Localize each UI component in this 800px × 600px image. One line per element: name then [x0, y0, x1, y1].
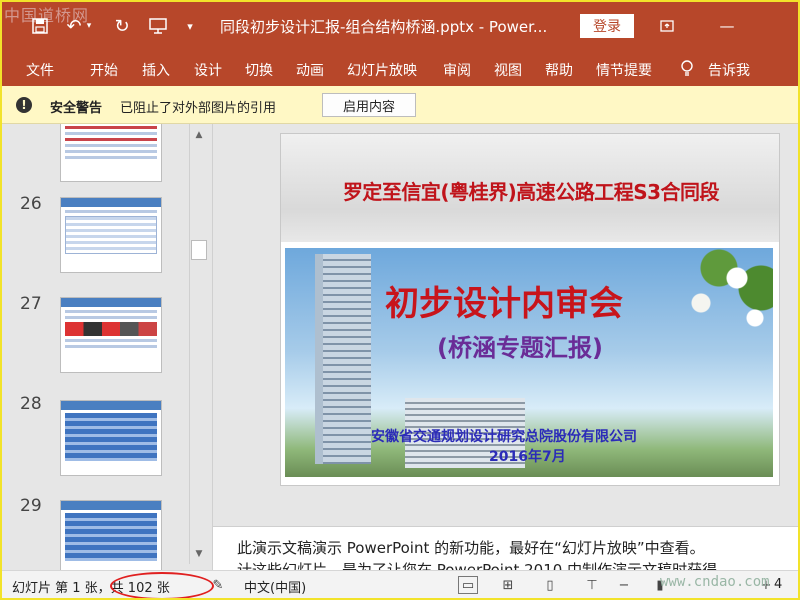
slide-number-27: 27: [20, 294, 42, 314]
slide-thumbnail-25[interactable]: [60, 124, 162, 182]
tab-help[interactable]: 帮助: [545, 60, 573, 80]
tab-storyboard[interactable]: 情节提要: [596, 60, 652, 80]
present-icon[interactable]: [146, 14, 170, 38]
security-warning-message: 已阻止了对外部图片的引用: [120, 101, 277, 116]
tab-insert[interactable]: 插入: [142, 60, 170, 80]
redo-icon[interactable]: ↻: [110, 14, 134, 38]
notes-pane[interactable]: 此演示文稿演示 PowerPoint 的新功能，最好在“幻灯片放映”中查看。 计…: [213, 526, 800, 570]
slideshow-view-icon[interactable]: ⊤: [582, 576, 602, 594]
scroll-down-icon[interactable]: ▼: [191, 547, 207, 561]
window-title: 同段初步设计汇报-组合结构桥涵.pptx - Power...: [220, 18, 548, 36]
tab-slideshow[interactable]: 幻灯片放映: [347, 60, 417, 80]
slide-sorter-icon[interactable]: ⊞: [498, 576, 518, 594]
slide-project-title: 罗定至信宜(粤桂界)高速公路工程S3合同段: [342, 180, 720, 204]
slide-number-29: 29: [20, 496, 42, 516]
slide-thumbnail-pane: 26 27 28 29: [0, 124, 211, 570]
flower-branch-image: [653, 248, 773, 348]
minimize-icon[interactable]: —: [712, 14, 742, 38]
enable-content-button[interactable]: 启用内容: [322, 93, 416, 117]
reading-view-icon[interactable]: ▯: [540, 576, 560, 594]
thumbnail-scrollbar[interactable]: [189, 124, 209, 564]
zoom-level[interactable]: 4: [774, 577, 782, 592]
save-icon[interactable]: [28, 14, 52, 38]
tab-view[interactable]: 视图: [494, 60, 522, 80]
zoom-out-icon[interactable]: −: [614, 576, 634, 594]
language-status[interactable]: 中文(中国): [244, 577, 306, 596]
scroll-up-icon[interactable]: ▲: [191, 128, 207, 142]
building-image: [315, 254, 371, 464]
slide-date: 2016年7月: [489, 449, 566, 465]
tab-animations[interactable]: 动画: [296, 60, 324, 80]
tab-review[interactable]: 审阅: [443, 60, 471, 80]
ribbon-display-icon[interactable]: [652, 14, 682, 38]
tab-design[interactable]: 设计: [194, 60, 222, 80]
slide-organization: 安徽省交通规划设计研究总院股份有限公司: [371, 429, 637, 445]
slide-background-photo: 初步设计内审会 (桥涵专题汇报) 安徽省交通规划设计研究总院股份有限公司 201…: [285, 248, 773, 477]
slide-subheading: (桥涵专题汇报): [437, 334, 603, 362]
slide-number-26: 26: [20, 194, 42, 214]
watermark-url: www.cndao.com: [660, 574, 770, 590]
tab-transitions[interactable]: 切换: [245, 60, 273, 80]
security-warning-title: 安全警告: [50, 101, 103, 116]
slide-thumbnail-26[interactable]: [60, 197, 162, 273]
slide-thumbnail-28[interactable]: [60, 400, 162, 476]
ribbon-tabs: 文件 开始 插入 设计 切换 动画 幻灯片放映 审阅 视图 帮助 情节提要 告诉…: [0, 52, 800, 86]
warning-icon: !: [16, 97, 32, 113]
current-slide[interactable]: 罗定至信宜(粤桂界)高速公路工程S3合同段 初步设计内审会 (桥涵专题汇报) 安…: [280, 133, 780, 486]
undo-dropdown-icon[interactable]: ▾: [84, 14, 94, 38]
slide-number-28: 28: [20, 394, 42, 414]
slide-heading: 初步设计内审会: [385, 284, 623, 324]
undo-icon[interactable]: ↶: [62, 14, 86, 38]
tell-me-search[interactable]: 告诉我: [708, 60, 750, 80]
slide-count-status[interactable]: 幻灯片 第 1 张，共 102 张: [12, 577, 170, 596]
normal-view-icon[interactable]: ▭: [458, 576, 478, 594]
notes-line-1: 此演示文稿演示 PowerPoint 的新功能，最好在“幻灯片放映”中查看。: [237, 539, 705, 557]
title-bar: 中国道桥网 ↶ ▾ ↻ ▾ 同段初步设计汇报-组合结构桥涵.pptx - Pow…: [0, 0, 800, 52]
tab-home[interactable]: 开始: [90, 60, 118, 80]
notes-edit-icon[interactable]: ✎: [208, 576, 228, 594]
slide-thumbnail-27[interactable]: [60, 297, 162, 373]
security-warning-bar: ! 安全警告 已阻止了对外部图片的引用 启用内容: [0, 86, 800, 124]
lightbulb-icon[interactable]: [680, 60, 694, 80]
tab-file[interactable]: 文件: [26, 60, 54, 80]
notes-line-2: 计这些幻灯片，是为了让您在 PowerPoint 2010 中制作演示文稿时获得: [237, 561, 718, 570]
slide-thumbnail-29[interactable]: [60, 500, 162, 570]
slide-title-banner: 罗定至信宜(粤桂界)高速公路工程S3合同段: [281, 134, 779, 242]
customize-toolbar-icon[interactable]: ▾: [178, 14, 202, 38]
login-button[interactable]: 登录: [580, 14, 634, 38]
scrollbar-thumb[interactable]: [191, 240, 207, 260]
